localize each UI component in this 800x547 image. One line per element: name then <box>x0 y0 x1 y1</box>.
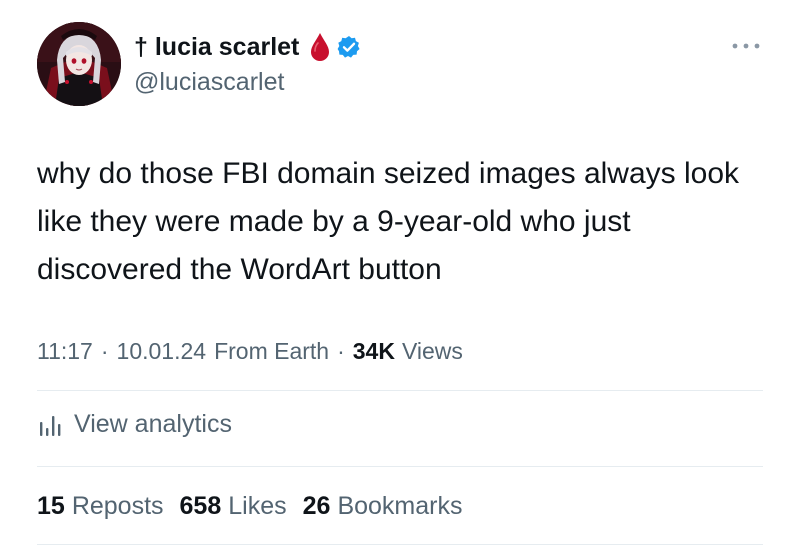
avatar[interactable] <box>37 22 121 106</box>
verified-badge-icon <box>337 35 361 59</box>
tweet-date[interactable]: 10.01.24 <box>117 338 207 365</box>
name-row: † lucia scarlet <box>134 30 361 64</box>
tweet-text: why do those FBI domain seized images al… <box>37 157 740 286</box>
meta-separator: · <box>337 338 345 364</box>
ellipsis-icon <box>732 43 760 49</box>
likes-count: 658 <box>179 492 222 520</box>
display-name[interactable]: † lucia scarlet <box>134 33 299 62</box>
divider <box>37 544 763 545</box>
divider <box>37 466 763 467</box>
engagement-stats: 15 Reposts 658 Likes 26 Bookmarks <box>37 492 478 521</box>
tweet-card: † lucia scarlet @luciascarlet why do tho… <box>0 0 800 547</box>
bookmarks-count: 26 <box>302 492 331 520</box>
views-count: 34K <box>352 338 395 364</box>
bookmarks-label: Bookmarks <box>337 492 463 520</box>
likes-label: Likes <box>228 492 287 520</box>
handle[interactable]: @luciascarlet <box>134 68 284 97</box>
more-options-button[interactable] <box>728 36 764 56</box>
blood-drop-icon <box>309 32 331 62</box>
view-analytics-label: View analytics <box>74 410 232 438</box>
bookmarks-stat[interactable]: 26 Bookmarks <box>303 492 463 521</box>
tweet-time[interactable]: 11:17 <box>37 338 93 365</box>
avatar-image <box>37 22 121 106</box>
tweet-source: From Earth <box>214 338 330 364</box>
view-analytics-link[interactable]: View analytics <box>37 410 232 439</box>
likes-stat[interactable]: 658 Likes <box>180 492 287 521</box>
analytics-icon <box>37 412 63 438</box>
meta-separator: · <box>100 338 109 364</box>
views-label: Views <box>401 338 463 364</box>
reposts-count: 15 <box>37 492 65 520</box>
divider <box>37 390 763 391</box>
reposts-stat[interactable]: 15 Reposts <box>37 492 164 521</box>
reposts-label: Reposts <box>71 492 164 520</box>
tweet-meta: 11:17 · 10.01.24 From Earth · 34K Views <box>37 338 463 365</box>
